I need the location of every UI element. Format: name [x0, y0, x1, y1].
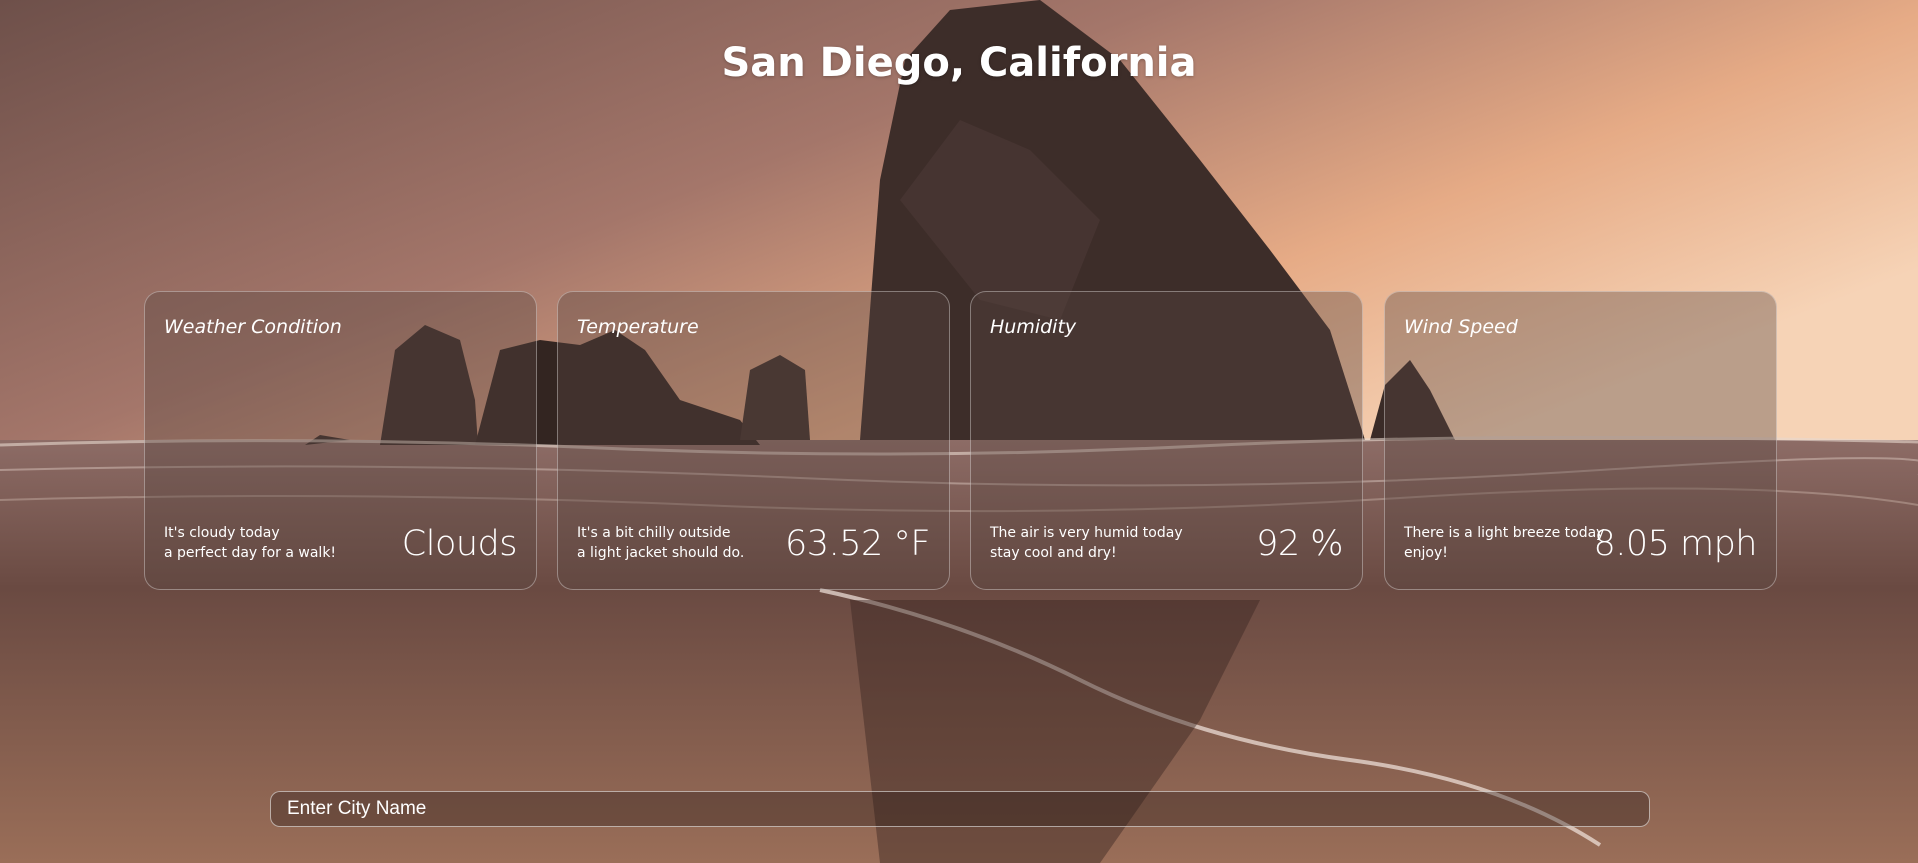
card-description-line: The air is very humid today	[990, 525, 1183, 541]
card-description: The air is very humid today stay cool an…	[990, 523, 1183, 563]
temperature-card: Temperature It's a bit chilly outside a …	[557, 291, 950, 590]
card-description: There is a light breeze today enjoy!	[1404, 523, 1604, 563]
city-search-input[interactable]	[270, 791, 1650, 827]
card-description-line: There is a light breeze today	[1404, 525, 1605, 541]
card-description-line: enjoy!	[1404, 545, 1448, 561]
weather-condition-card: Weather Condition It's cloudy today a pe…	[144, 291, 537, 590]
card-description-line: It's cloudy today	[164, 525, 280, 541]
card-value: Clouds	[401, 524, 518, 564]
card-title: Weather Condition	[164, 316, 342, 338]
card-title: Humidity	[990, 316, 1077, 338]
card-value: 92 %	[1256, 524, 1343, 564]
city-title: San Diego, California	[721, 40, 1197, 86]
card-description-line: a perfect day for a walk!	[164, 545, 337, 561]
card-title: Temperature	[577, 316, 699, 338]
card-description: It's cloudy today a perfect day for a wa…	[164, 523, 336, 563]
card-description-line: a light jacket should do.	[577, 545, 745, 561]
card-description: It's a bit chilly outside a light jacket…	[577, 523, 744, 563]
card-description-line: It's a bit chilly outside	[577, 525, 731, 541]
humidity-card: Humidity The air is very humid today sta…	[970, 291, 1363, 590]
card-value: 8.05 mph	[1593, 524, 1757, 564]
card-value: 63.52 °F	[785, 524, 930, 564]
card-description-line: stay cool and dry!	[990, 545, 1117, 561]
wind-speed-card: Wind Speed There is a light breeze today…	[1384, 291, 1777, 590]
card-title: Wind Speed	[1404, 316, 1518, 338]
